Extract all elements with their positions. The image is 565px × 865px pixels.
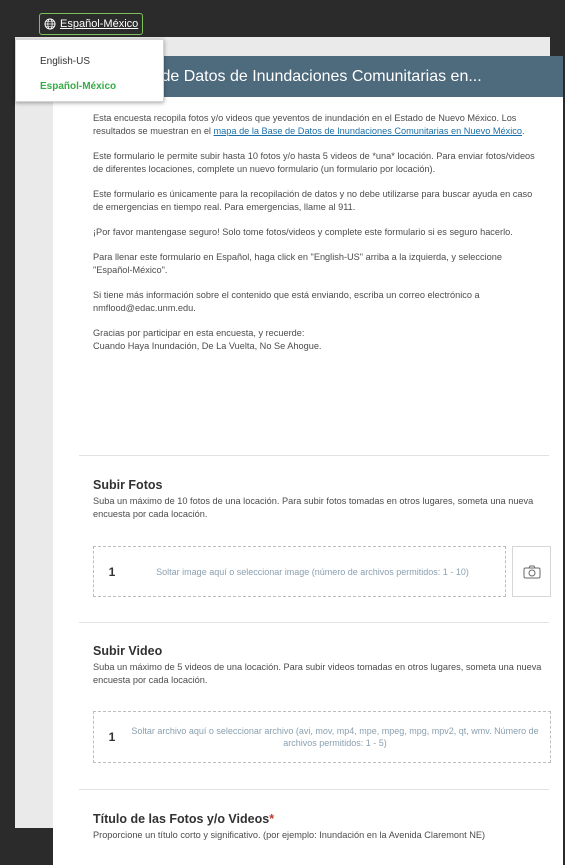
- photo-video-title-description: Proporcione un título corto y significat…: [93, 830, 486, 840]
- language-toggle-button[interactable]: Español-México: [39, 13, 144, 35]
- language-option-espanol-mexico[interactable]: Español-México: [40, 81, 116, 92]
- camera-button[interactable]: [512, 546, 551, 597]
- intro-paragraph-3: Este formulario es únicamente para la re…: [93, 189, 533, 212]
- intro-text: Esta encuesta recopila fotos y/o videos …: [93, 112, 538, 365]
- intro-paragraph-7: Gracias por participar en esta encuesta,…: [93, 328, 322, 351]
- photo-dropzone[interactable]: 1 Soltar image aquí o seleccionar image …: [93, 546, 506, 597]
- photo-video-title-label: Título de las Fotos y/o Videos*: [93, 812, 275, 826]
- photo-dropzone-number: 1: [108, 564, 116, 579]
- intro-paragraph-2: Este formulario le permite subir hasta 1…: [93, 151, 535, 174]
- survey-form: ara Base de Datos de Inundaciones Comuni…: [53, 56, 563, 865]
- section-divider: [79, 622, 549, 623]
- upload-video-title: Subir Video: [93, 644, 163, 658]
- section-divider: [79, 455, 549, 456]
- upload-photos-description: Suba un máximo de 10 fotos de una locaci…: [93, 496, 534, 519]
- language-toggle-label: Español-México: [60, 18, 139, 30]
- upload-photos-title: Subir Fotos: [93, 478, 163, 492]
- video-dropzone[interactable]: 1 Soltar archivo aquí o seleccionar arch…: [93, 711, 551, 763]
- intro-paragraph-4: ¡Por favor mantengase seguro! Solo tome …: [93, 227, 513, 237]
- photo-dropzone-text: Soltar image aquí o seleccionar image (n…: [156, 566, 469, 577]
- intro-paragraph-5: Para llenar este formulario en Español, …: [93, 252, 502, 275]
- page-background: ara Base de Datos de Inundaciones Comuni…: [15, 37, 563, 865]
- intro-paragraph-6: Si tiene más información sobre el conten…: [93, 290, 480, 313]
- intro-paragraph-1: Esta encuesta recopila fotos y/o videos …: [93, 113, 525, 136]
- top-bar: Español-México: [0, 0, 565, 37]
- flood-database-map-link[interactable]: mapa de la Base de Datos de Inundaciones…: [214, 126, 522, 136]
- language-option-english-us[interactable]: English-US: [40, 56, 90, 67]
- globe-icon: [44, 18, 56, 30]
- language-menu: English-US Español-México: [15, 39, 164, 102]
- upload-video-description: Suba un máximo de 5 videos de una locaci…: [93, 662, 542, 685]
- required-asterisk: *: [269, 812, 275, 826]
- section-divider: [79, 789, 549, 790]
- video-dropzone-number: 1: [108, 730, 116, 744]
- camera-icon: [523, 565, 540, 578]
- video-dropzone-text: Soltar archivo aquí o seleccionar archiv…: [131, 726, 539, 748]
